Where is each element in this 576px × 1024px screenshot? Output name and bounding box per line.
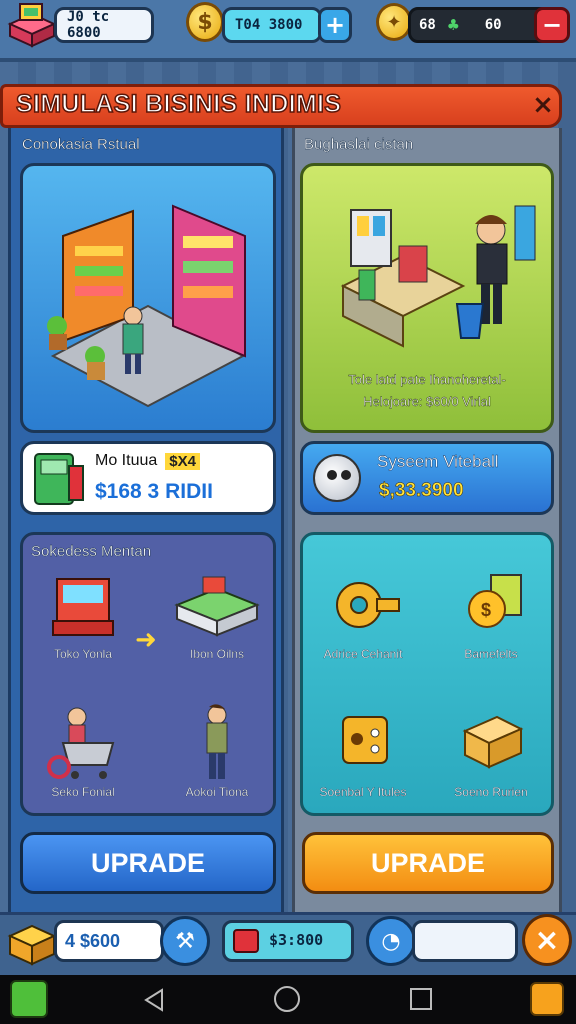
stat-card: Mo Ituua $X4 $168 3 RIDII [20, 441, 276, 515]
inventory-icon [6, 2, 58, 50]
feature-item-soenbal[interactable]: Soenbal Y Itules [303, 703, 423, 803]
app-drawer-icon[interactable] [10, 980, 48, 1018]
features-card: Adrice Cehanit $ Bamefelts Soenbal Y Itu… [300, 532, 554, 816]
shopping-cart-icon [47, 707, 115, 779]
cashier-illustration [340, 205, 536, 348]
lock-gear-icon [336, 582, 400, 628]
shop-stall-icon [52, 578, 114, 636]
gold-coin-icon: ✦ [376, 3, 412, 41]
timer-button[interactable]: ◔ [366, 916, 416, 966]
upgrade-label: UPRADE [90, 847, 205, 878]
arrow-right-icon: ➜ [135, 625, 157, 655]
item-label: Bamefelts [464, 647, 518, 661]
feature-item-adrice[interactable]: Adrice Cehanit [303, 571, 423, 671]
close-bottom-button[interactable]: × [522, 914, 572, 966]
add-money-button[interactable]: + [318, 7, 352, 43]
stat-value: $168 3 RIDII [95, 480, 213, 503]
upgrades-title: Sokedess Mentan [31, 543, 152, 560]
money-coin-icon: $ [186, 2, 224, 42]
upgrades-card: Sokedess Mentan Toko Yonla ➜ Ibon Oilns … [20, 532, 276, 816]
upgrade-item-seko[interactable]: Seko Fonial [23, 703, 143, 803]
system-card[interactable]: Syseem Viteball $,33.3900 [300, 441, 554, 515]
upgrade-item-ibon[interactable]: Ibon Oilns [157, 571, 277, 671]
supply-value: $3:800 [269, 931, 324, 949]
cashier-scene-card[interactable]: Tole latd pate Ihanoheretal- Helojoare: … [300, 163, 554, 433]
item-label: Soeno Rurien [454, 785, 528, 799]
inventory-counter: J0 tc 6800 [54, 7, 154, 43]
item-label: Aokoi Tiona [185, 785, 249, 799]
item-label: Soenbal Y Itules [319, 785, 407, 799]
stock-counter: 4 $600 [54, 920, 164, 962]
system-value: $,33.3900 [379, 480, 464, 502]
gold-right-value: 60 [484, 17, 502, 33]
menu-exit-button[interactable]: − [534, 7, 570, 43]
recents-icon[interactable] [410, 988, 432, 1010]
panel-title: SIMULASI BISINIS INDIMIS [15, 89, 342, 119]
item-label: Adrice Cehanit [323, 647, 403, 661]
close-icon: × [534, 922, 560, 958]
boxes-icon [6, 914, 58, 968]
home-icon[interactable] [274, 986, 300, 1012]
money-counter: T04 3800 [222, 7, 322, 43]
stat-badge-text: Mo Ituua [95, 452, 158, 469]
minus-icon: − [541, 11, 563, 39]
right-upgrade-button[interactable]: UPRADE [302, 832, 554, 894]
robot-icon [313, 454, 361, 502]
sun-coin-icon: $ [468, 574, 522, 628]
money-value: T04 3800 [235, 17, 303, 33]
cashier-caption-1: Tole latd pate Ihanoheretal- [348, 372, 506, 387]
control-box-icon [342, 716, 388, 764]
message-field[interactable] [412, 920, 518, 962]
store-illustration [47, 204, 246, 408]
crate-icon [233, 929, 259, 953]
screenshot-icon[interactable] [530, 982, 564, 1016]
item-label: Toko Yonla [53, 647, 113, 661]
feature-item-bamefelts[interactable]: $ Bamefelts [431, 571, 551, 671]
plus-icon: + [324, 11, 346, 39]
upgrade-label: UPRADE [370, 847, 485, 878]
system-title: Syseem Viteball [377, 452, 499, 471]
clock-icon: ◔ [381, 928, 401, 954]
gold-left-value: 68 [419, 17, 436, 33]
item-label: Ibon Oilns [189, 647, 245, 661]
upgrade-item-toko[interactable]: Toko Yonla [23, 571, 143, 671]
svg-text:$: $ [481, 600, 491, 620]
upgrade-item-aokoi[interactable]: Aokoi Tiona [157, 703, 277, 803]
left-section-title: Conokasia Rstual [22, 136, 140, 153]
inventory-value: J0 tc 6800 [67, 9, 110, 41]
plant-icon: ♣ [447, 14, 459, 36]
package-icon [462, 715, 524, 769]
close-panel-button[interactable]: × [526, 89, 560, 121]
feature-item-soeno[interactable]: Soeno Rurien [431, 703, 551, 803]
build-tool-button[interactable]: ⚒ [160, 916, 210, 966]
store-scene-card[interactable] [20, 163, 276, 433]
stat-tag: $X4 [165, 452, 200, 470]
hammer-icon: ⚒ [175, 928, 195, 954]
supply-counter: $3:800 [222, 920, 354, 962]
right-section-title: Bughaslai cistan [304, 136, 414, 153]
stock-value: 4 $600 [65, 930, 121, 951]
left-upgrade-button[interactable]: UPRADE [20, 832, 276, 894]
cashier-caption-2: Helojoare: $60/0 Virlal [363, 394, 491, 409]
close-icon: × [532, 90, 554, 120]
item-label: Seko Fonial [51, 785, 115, 799]
cash-register-icon [31, 444, 85, 508]
display-table-icon [174, 576, 260, 637]
back-icon[interactable] [140, 986, 168, 1014]
worker-icon [206, 704, 228, 779]
